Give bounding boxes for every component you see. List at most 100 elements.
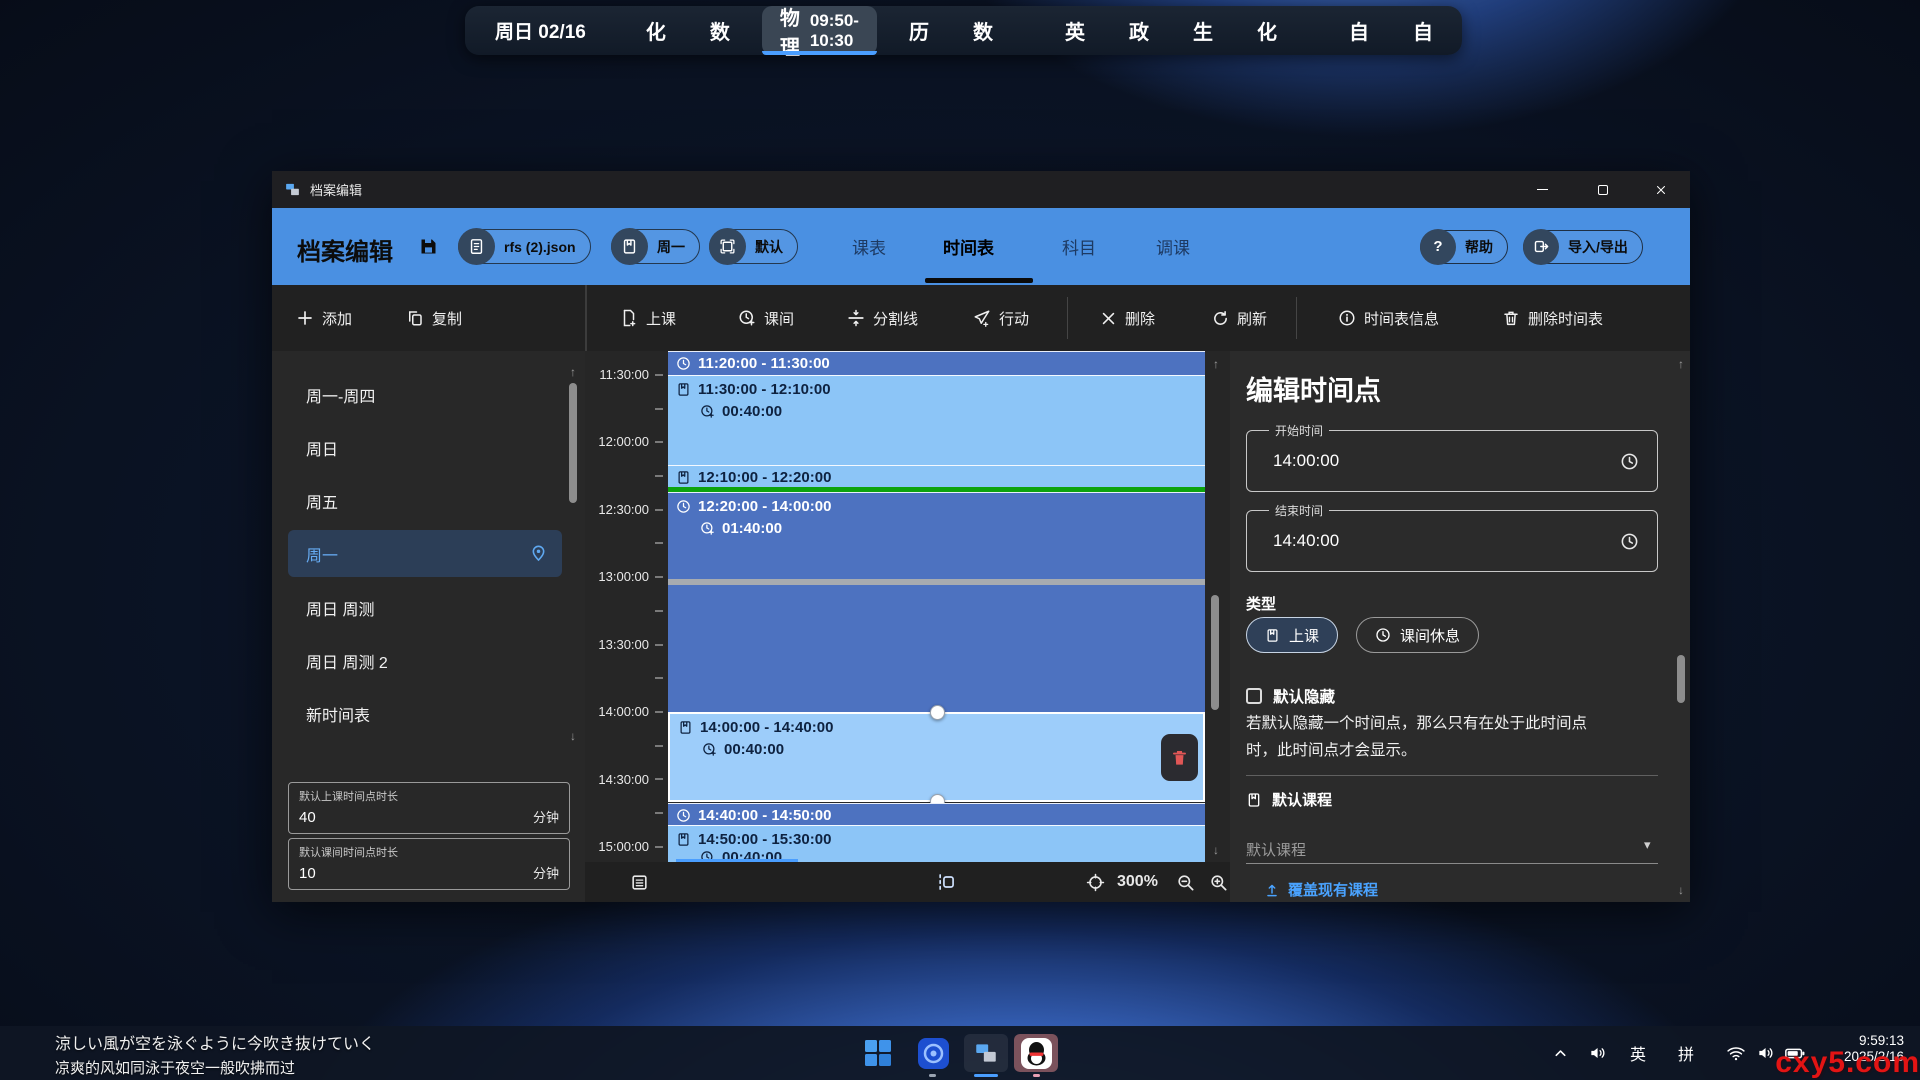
- scroll-up-icon[interactable]: ↑: [1674, 357, 1688, 371]
- end-time-field[interactable]: 结束时间 14:40:00: [1246, 510, 1658, 572]
- add-divider-button[interactable]: 分割线: [847, 285, 918, 351]
- classisland-app-icon[interactable]: [914, 1034, 952, 1072]
- qq-taskbar-icon[interactable]: [1014, 1034, 1058, 1072]
- timetable-item[interactable]: 新时间表: [288, 690, 562, 737]
- timeline-block-class[interactable]: 12:10:00 - 12:20:00: [668, 465, 1205, 487]
- tray-chevron-button[interactable]: [1552, 1026, 1569, 1080]
- timetable-item[interactable]: 周日 周测: [288, 584, 562, 631]
- tab-tiaoke[interactable]: 调课: [1156, 234, 1190, 259]
- default-hide-checkbox[interactable]: 默认隐藏: [1246, 685, 1335, 707]
- app-header: 档案编辑 rfs (2).json 周一 默认 课表 时间表 科目 调课 ? 帮…: [272, 208, 1690, 285]
- crosshair-icon[interactable]: [1086, 873, 1105, 892]
- watermark: cxy5.com: [1775, 1046, 1920, 1080]
- scroll-down-icon[interactable]: ↓: [1209, 843, 1223, 857]
- book-icon: [1246, 792, 1262, 808]
- timeline-viewport[interactable]: 11:30:00 12:00:00 12:30:00 13:00:00 13:3…: [585, 351, 1230, 862]
- scrollbar-thumb[interactable]: [569, 383, 577, 503]
- delete-button[interactable]: 删除: [1100, 285, 1155, 351]
- delete-block-button[interactable]: [1161, 734, 1198, 781]
- default-class-duration-field[interactable]: 默认上课时间点时长 40 分钟: [288, 782, 570, 834]
- timeline-block-class[interactable]: 11:30:00 - 12:10:00 00:40:00: [668, 375, 1205, 465]
- timetable-item[interactable]: 周日: [288, 424, 562, 471]
- timeline-scrollbar[interactable]: ↑ ↓: [1208, 355, 1224, 858]
- timeline-block-break[interactable]: 14:40:00 - 14:50:00: [668, 803, 1205, 825]
- timeline-divider-gray[interactable]: [668, 579, 1205, 585]
- toolbar-separator: [1067, 297, 1068, 339]
- schedule-date: 周日 02/16: [495, 17, 586, 44]
- scroll-down-icon[interactable]: ↓: [1674, 883, 1688, 897]
- help-button[interactable]: ? 帮助: [1420, 230, 1508, 264]
- start-time-field[interactable]: 开始时间 14:00:00: [1246, 430, 1658, 492]
- zoom-level: 300%: [1117, 873, 1158, 891]
- timetable-item[interactable]: 周五: [288, 477, 562, 524]
- timeline-block-selected[interactable]: 14:00:00 - 14:40:00 00:40:00: [668, 712, 1205, 802]
- maximize-button[interactable]: [1580, 171, 1626, 208]
- copy-button[interactable]: 复制: [406, 285, 462, 351]
- refresh-button[interactable]: 刷新: [1212, 285, 1267, 351]
- windows-logo-icon: [864, 1039, 892, 1067]
- zoom-out-icon[interactable]: [1176, 873, 1195, 892]
- list-view-icon[interactable]: [630, 873, 649, 892]
- type-break-button[interactable]: 课间休息: [1356, 617, 1479, 653]
- axis-label: 11:30:00: [585, 367, 649, 383]
- default-chip[interactable]: 默认: [709, 229, 798, 264]
- timetable-item-selected[interactable]: 周一: [288, 530, 562, 577]
- caret-down-icon[interactable]: ▾: [1644, 837, 1651, 853]
- add-break-button[interactable]: 课间: [738, 285, 794, 351]
- frame-icon: [709, 228, 746, 265]
- add-class-button[interactable]: 上课: [620, 285, 676, 351]
- volume-button[interactable]: [1756, 1026, 1776, 1080]
- sidebar-scrollbar[interactable]: ↑ ↓: [566, 365, 580, 745]
- scroll-up-icon[interactable]: ↑: [566, 365, 580, 379]
- import-export-button[interactable]: 导入/导出: [1523, 230, 1643, 264]
- clock-icon[interactable]: [1620, 532, 1639, 551]
- axis-label: 14:00:00: [585, 704, 649, 720]
- axis-label: 15:00:00: [585, 839, 649, 855]
- close-button[interactable]: [1638, 171, 1684, 208]
- schedule-subject: 生: [1193, 16, 1213, 45]
- clock-icon[interactable]: [1620, 452, 1639, 471]
- ime-language-button[interactable]: 英: [1630, 1026, 1646, 1080]
- window-titlebar[interactable]: 档案编辑: [272, 171, 1690, 208]
- timeline-block-break[interactable]: 12:20:00 - 14:00:00 01:40:00: [668, 492, 1205, 712]
- type-class-button[interactable]: 上课: [1246, 617, 1338, 653]
- tab-kemu[interactable]: 科目: [1062, 234, 1096, 259]
- timetable-item[interactable]: 周日 周测 2: [288, 637, 562, 684]
- tab-kebiao[interactable]: 课表: [852, 234, 886, 259]
- timeline-block-class[interactable]: 14:50:00 - 15:30:00 00:40:00: [668, 825, 1205, 862]
- scrollbar-thumb[interactable]: [1211, 595, 1219, 710]
- ime-pinyin-button[interactable]: 拼: [1678, 1026, 1694, 1080]
- qq-penguin-icon: [1020, 1037, 1053, 1070]
- override-courses-link[interactable]: 覆盖现有课程: [1264, 879, 1378, 900]
- timeline-bottom-bar: 300%: [585, 862, 1230, 902]
- add-action-button[interactable]: 行动: [973, 285, 1029, 351]
- schedule-subject: 英: [1065, 16, 1085, 45]
- timeline-block-break[interactable]: 11:20:00 - 11:30:00: [668, 351, 1205, 375]
- tray-speaker-button[interactable]: [1588, 1026, 1608, 1080]
- save-icon[interactable]: [418, 236, 439, 257]
- lyrics-line1: 涼しい風が空を泳ぐように今吹き抜けていく: [55, 1030, 375, 1054]
- default-break-duration-field[interactable]: 默认课间时间点时长 10 分钟: [288, 838, 570, 890]
- start-button[interactable]: [859, 1034, 897, 1072]
- wifi-button[interactable]: [1726, 1026, 1746, 1080]
- panel-scrollbar[interactable]: ↑ ↓: [1674, 355, 1688, 898]
- checkbox-icon[interactable]: [1246, 688, 1262, 704]
- delete-timetable-button[interactable]: 删除时间表: [1502, 285, 1603, 351]
- timetable-info-button[interactable]: 时间表信息: [1338, 285, 1439, 351]
- file-chip[interactable]: rfs (2).json: [458, 229, 591, 264]
- timetable-item[interactable]: 周一-周四: [288, 371, 562, 418]
- tab-shijianbiao[interactable]: 时间表: [943, 234, 994, 259]
- timetable-chip[interactable]: 周一: [611, 229, 700, 264]
- scroll-up-icon[interactable]: ↑: [1209, 357, 1223, 371]
- zoom-in-icon[interactable]: [1209, 873, 1228, 892]
- schedule-subject: 自: [1413, 16, 1433, 45]
- class-schedule-bar: 周日 02/16 化 数 物理 09:50-10:30 历 数 英 政 生 化 …: [465, 6, 1462, 55]
- resize-handle-top[interactable]: [930, 705, 945, 720]
- add-button[interactable]: 添加: [296, 285, 352, 351]
- profile-editor-taskbar-icon[interactable]: [964, 1034, 1008, 1072]
- snap-icon[interactable]: [936, 872, 956, 892]
- minimize-button[interactable]: [1519, 171, 1565, 208]
- scroll-down-icon[interactable]: ↓: [566, 729, 580, 743]
- default-course-dropdown[interactable]: 默认课程: [1246, 839, 1306, 860]
- scrollbar-thumb[interactable]: [1677, 655, 1685, 703]
